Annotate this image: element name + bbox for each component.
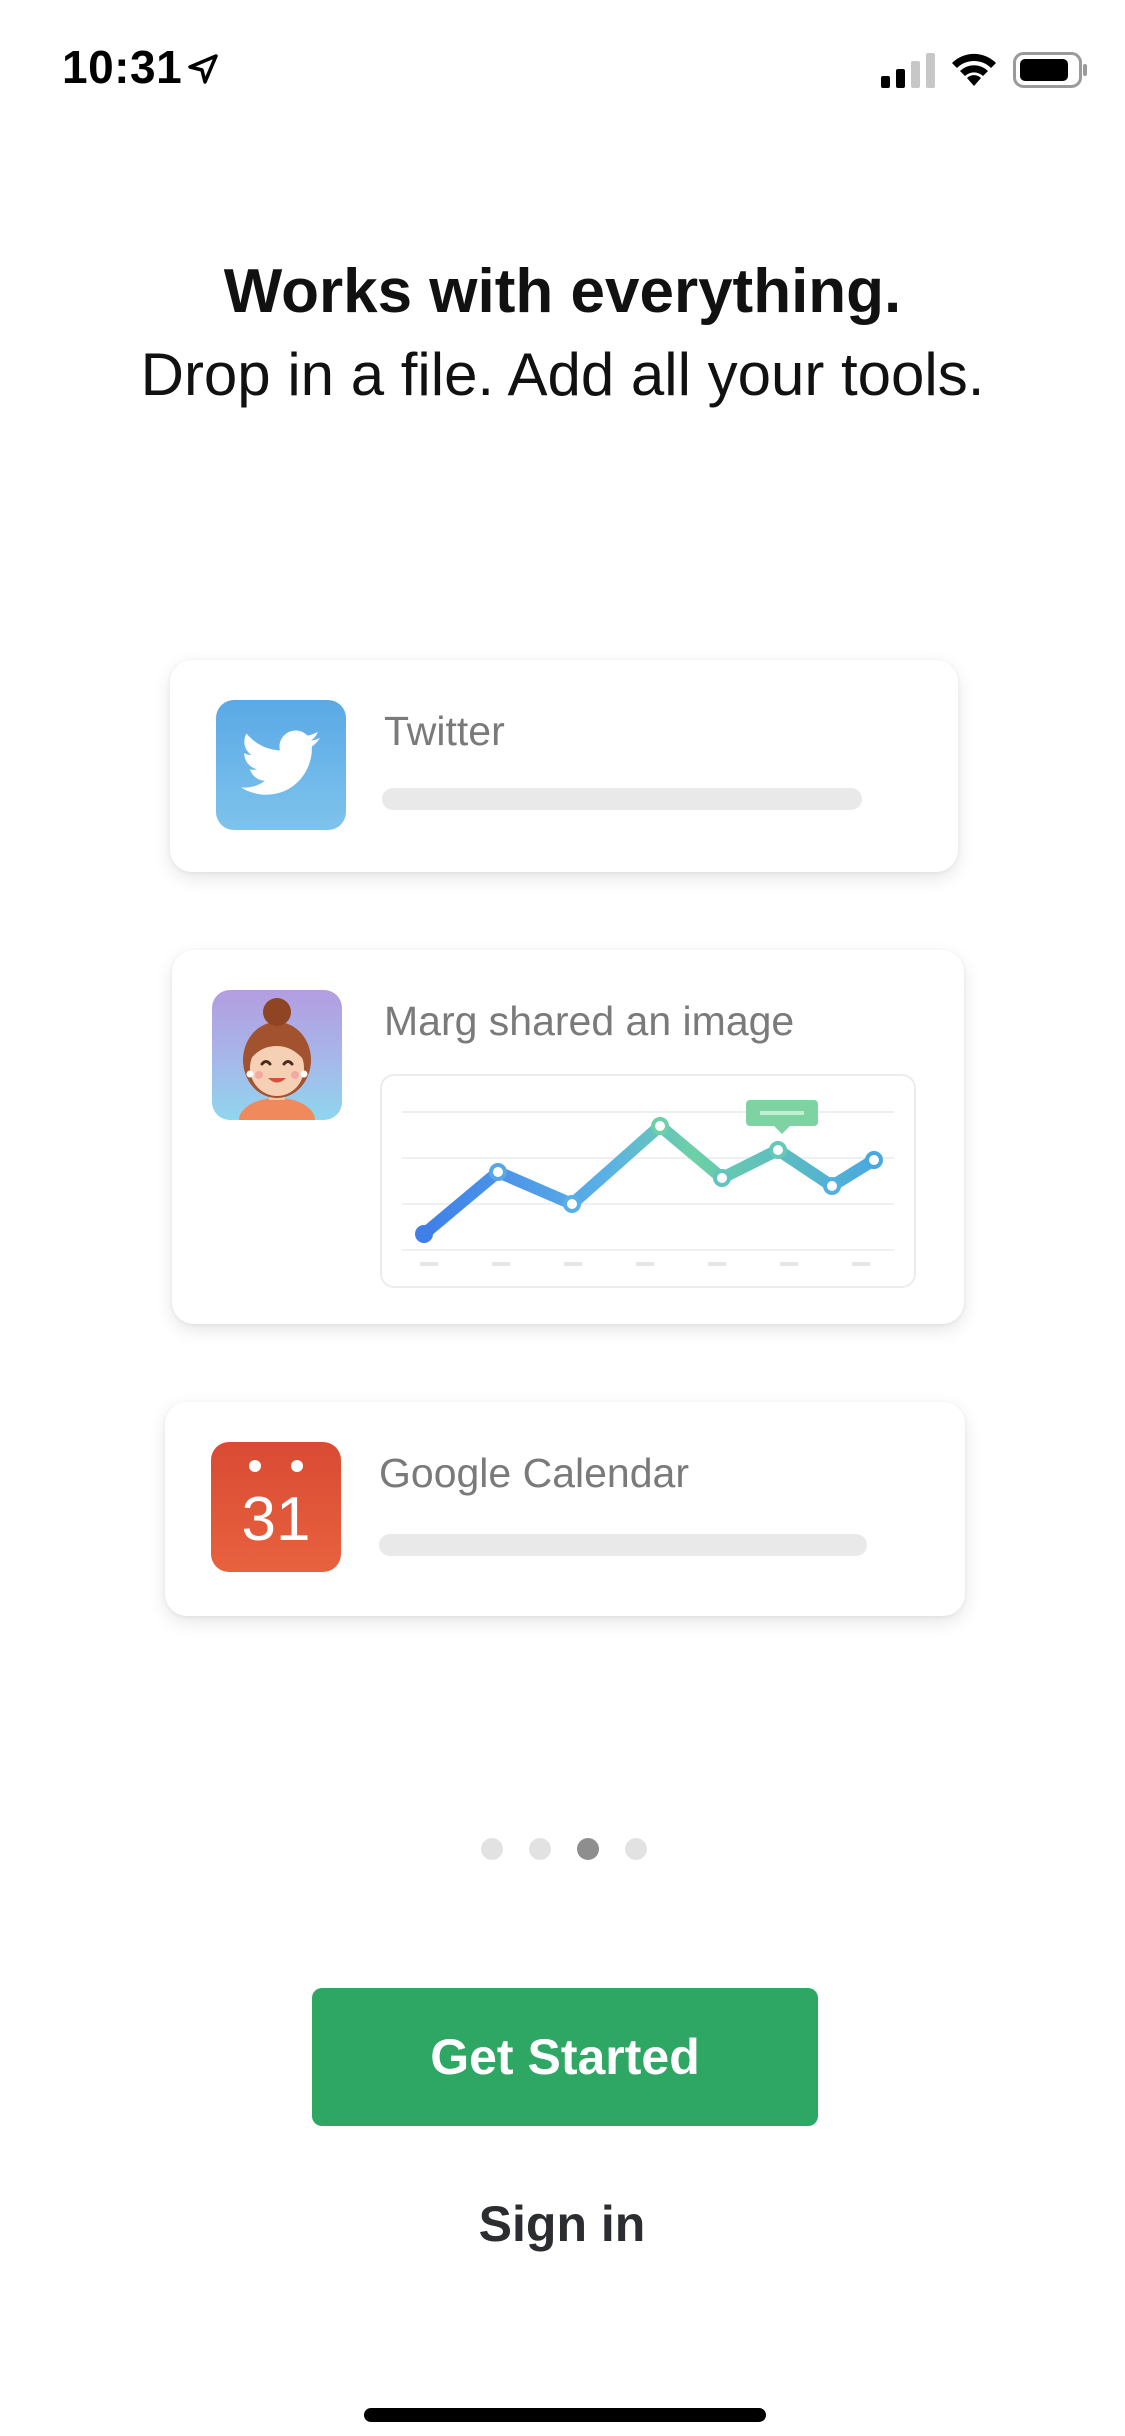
subhead: Drop in a file. Add all your tools. [140,341,985,408]
line-chart-preview-icon [402,1100,894,1266]
calendar-icon: 31 [211,1442,341,1572]
placeholder-bar [382,788,862,810]
location-arrow-icon [186,52,220,91]
twitter-card: Twitter [170,660,958,872]
twitter-card-title: Twitter [384,708,505,754]
page-dot-active[interactable] [577,1838,599,1860]
page-indicator [0,1838,1125,1868]
battery-icon [1013,52,1089,93]
page-dot[interactable] [529,1838,551,1860]
twitter-icon [216,700,346,830]
cellular-signal-icon [881,52,937,93]
status-bar: 10:31 [0,0,1125,130]
wifi-icon [949,50,999,93]
image-share-card: Marg shared an image [172,950,964,1324]
sign-in-link[interactable]: Sign in [412,2195,712,2253]
google-calendar-card: 31 Google Calendar [165,1402,965,1616]
image-share-card-title: Marg shared an image [384,998,795,1044]
google-calendar-card-title: Google Calendar [379,1450,689,1496]
placeholder-bar [379,1534,867,1556]
headline: Works with everything. [223,257,902,326]
status-time: 10:31 [62,41,183,93]
avatar [212,990,342,1120]
get-started-button[interactable]: Get Started [312,1988,818,2126]
home-indicator[interactable] [364,2408,766,2422]
shared-image-preview[interactable] [380,1074,916,1288]
page-dot[interactable] [481,1838,503,1860]
calendar-day-number: 31 [241,1485,311,1554]
page-dot[interactable] [625,1838,647,1860]
